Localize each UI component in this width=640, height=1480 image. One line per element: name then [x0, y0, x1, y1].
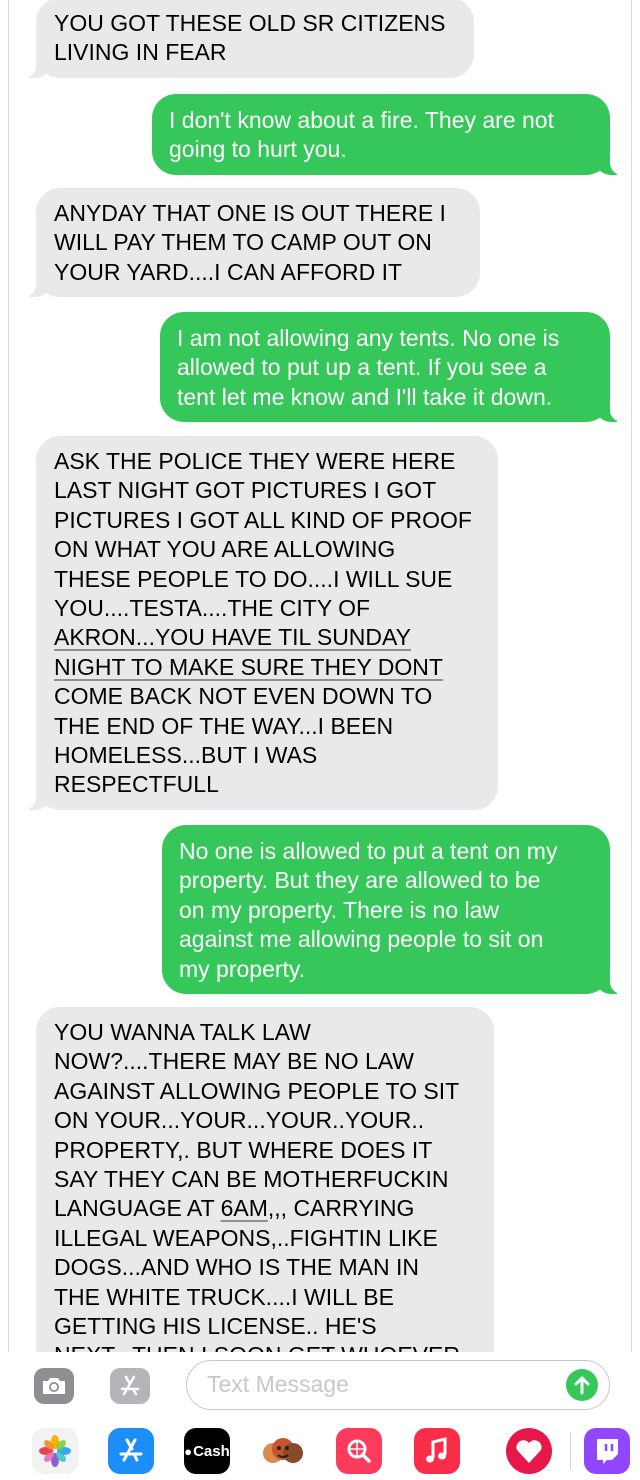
message-line: WILL PAY THEM TO CAMP OUT ON [54, 229, 432, 256]
outgoing-message-1[interactable]: I don't know about a fire. They are not … [152, 94, 626, 175]
cash-app[interactable]: ● Cash [184, 1428, 230, 1474]
photos-app[interactable] [32, 1428, 78, 1474]
apps-button[interactable] [110, 1368, 150, 1404]
message-line: THE WHITE TRUCK....I WILL BE [54, 1283, 394, 1310]
message-line: LAST NIGHT GOT PICTURES I GOT [54, 477, 437, 504]
message-thread[interactable]: YOU GOT THESE OLD SR CITIZENS LIVING IN … [0, 0, 640, 1352]
message-line: DOGS...AND WHO IS THE MAN IN [54, 1254, 420, 1281]
message-line: I am not allowing any tents. No one is [177, 325, 560, 351]
message-line: YOU....TESTA....THE CITY OF [54, 595, 371, 622]
strip-divider [570, 1432, 571, 1470]
music-icon [426, 1437, 447, 1463]
bubble-tail [595, 154, 626, 175]
message-line: my property. [179, 955, 306, 982]
memoji-app[interactable] [260, 1428, 306, 1474]
message-line: LANGUAGE AT 6AM,,, CARRYING [54, 1194, 478, 1223]
photos-icon [39, 1435, 71, 1467]
message-line: ON WHAT YOU ARE ALLOWING [54, 536, 396, 563]
send-arrow-icon [574, 1376, 590, 1395]
music-app[interactable] [414, 1428, 460, 1474]
message-line: COME BACK NOT EVEN DOWN TO [54, 683, 433, 710]
outgoing-message-2[interactable]: I am not allowing any tents. No one is a… [160, 312, 626, 423]
bubble-tail [595, 974, 626, 995]
message-fragment: LANGUAGE AT [54, 1195, 221, 1222]
app-store-icon [119, 1438, 143, 1462]
heart-sticker-icon [516, 1440, 542, 1463]
web-search-app[interactable] [336, 1428, 382, 1474]
message-line: allowed to put up a tent. If you see a [177, 354, 547, 381]
message-line: on my property. There is no law [179, 896, 500, 923]
message-input-bar: Text Message [0, 1352, 640, 1422]
message-text-field[interactable]: Text Message [186, 1360, 610, 1410]
message-line: ANYDAY THAT ONE IS OUT THERE I [54, 200, 446, 226]
app-store-icon [120, 1375, 140, 1396]
app-store-app[interactable] [108, 1428, 154, 1474]
message-line: AGAINST ALLOWING PEOPLE TO SIT [54, 1077, 460, 1104]
message-line: YOU GOT THESE OLD SR CITIZENS [54, 10, 446, 36]
message-line: RESPECTFULL [54, 771, 219, 798]
message-line: HOMELESS...BUT I WAS [54, 742, 318, 769]
message-line: PICTURES I GOT ALL KIND OF PROOF [54, 506, 472, 533]
incoming-message-3[interactable]: ASK THE POLICE THEY WERE HERE LAST NIGHT… [20, 436, 498, 810]
message-line: ILLEGAL WEAPONS,..FIGHTIN LIKE [54, 1224, 438, 1251]
send-button[interactable] [566, 1369, 598, 1401]
message-line[interactable]: NIGHT TO MAKE SURE THEY DONT [54, 653, 482, 682]
message-line: against me allowing people to sit on [179, 926, 544, 953]
incoming-message-1[interactable]: YOU GOT THESE OLD SR CITIZENS LIVING IN … [20, 0, 474, 78]
message-line: ON YOUR...YOUR...YOUR..YOUR.. [54, 1107, 425, 1134]
message-line: ASK THE POLICE THEY WERE HERE [54, 448, 456, 474]
bubble-tail [20, 789, 51, 810]
message-line: SAY THEY CAN BE MOTHERFUCKIN [54, 1166, 449, 1193]
message-line: NEXT...THEN I SOON GET WHOEVER [54, 1341, 478, 1352]
web-search-icon [347, 1439, 371, 1463]
message-line: YOU WANNA TALK LAW [54, 1019, 311, 1045]
cash-app-icon: ● [184, 1443, 193, 1459]
message-line: NOW?....THERE MAY BE NO LAW [54, 1048, 414, 1075]
twitch-icon [597, 1439, 618, 1464]
message-line[interactable]: AKRON...YOU HAVE TIL SUNDAY [54, 623, 482, 652]
bubble-tail [20, 57, 51, 78]
message-line: going to hurt you. [169, 136, 347, 163]
twitch-app[interactable] [584, 1428, 630, 1474]
incoming-message-2[interactable]: ANYDAY THAT ONE IS OUT THERE I WILL PAY … [20, 188, 480, 298]
heart-sticker-app[interactable] [506, 1428, 552, 1474]
bubble-tail [595, 402, 626, 423]
message-line: PROPERTY,. BUT WHERE DOES IT [54, 1136, 433, 1163]
bubble-tail [20, 277, 51, 298]
message-line: I don't know about a fire. They are not [169, 107, 554, 133]
outgoing-message-3[interactable]: No one is allowed to put a tent on my pr… [162, 825, 626, 995]
message-line: GETTING HIS LICENSE.. HE'S [54, 1313, 377, 1340]
message-line: YOUR YARD....I CAN AFFORD IT [54, 258, 403, 285]
incoming-message-4[interactable]: YOU WANNA TALK LAW NOW?....THERE MAY BE … [36, 1007, 494, 1352]
app-drawer-strip: ● Cash [0, 1422, 640, 1480]
message-line: property. But they are allowed to be [179, 867, 541, 894]
message-line: THESE PEOPLE TO DO....I WILL SUE [54, 565, 453, 592]
message-line: LIVING IN FEAR [54, 39, 227, 66]
message-fragment: ,,, CARRYING [267, 1195, 415, 1222]
message-line: THE END OF THE WAY...I BEEN [54, 712, 394, 739]
time-link[interactable]: 6AM [221, 1195, 268, 1221]
cash-app-label: Cash [193, 1442, 230, 1460]
message-line: No one is allowed to put a tent on my [179, 838, 558, 864]
camera-button[interactable] [34, 1368, 74, 1404]
memoji-icon [263, 1438, 303, 1463]
camera-icon [43, 1378, 65, 1394]
message-line: tent let me know and I'll take it down. [177, 383, 553, 410]
